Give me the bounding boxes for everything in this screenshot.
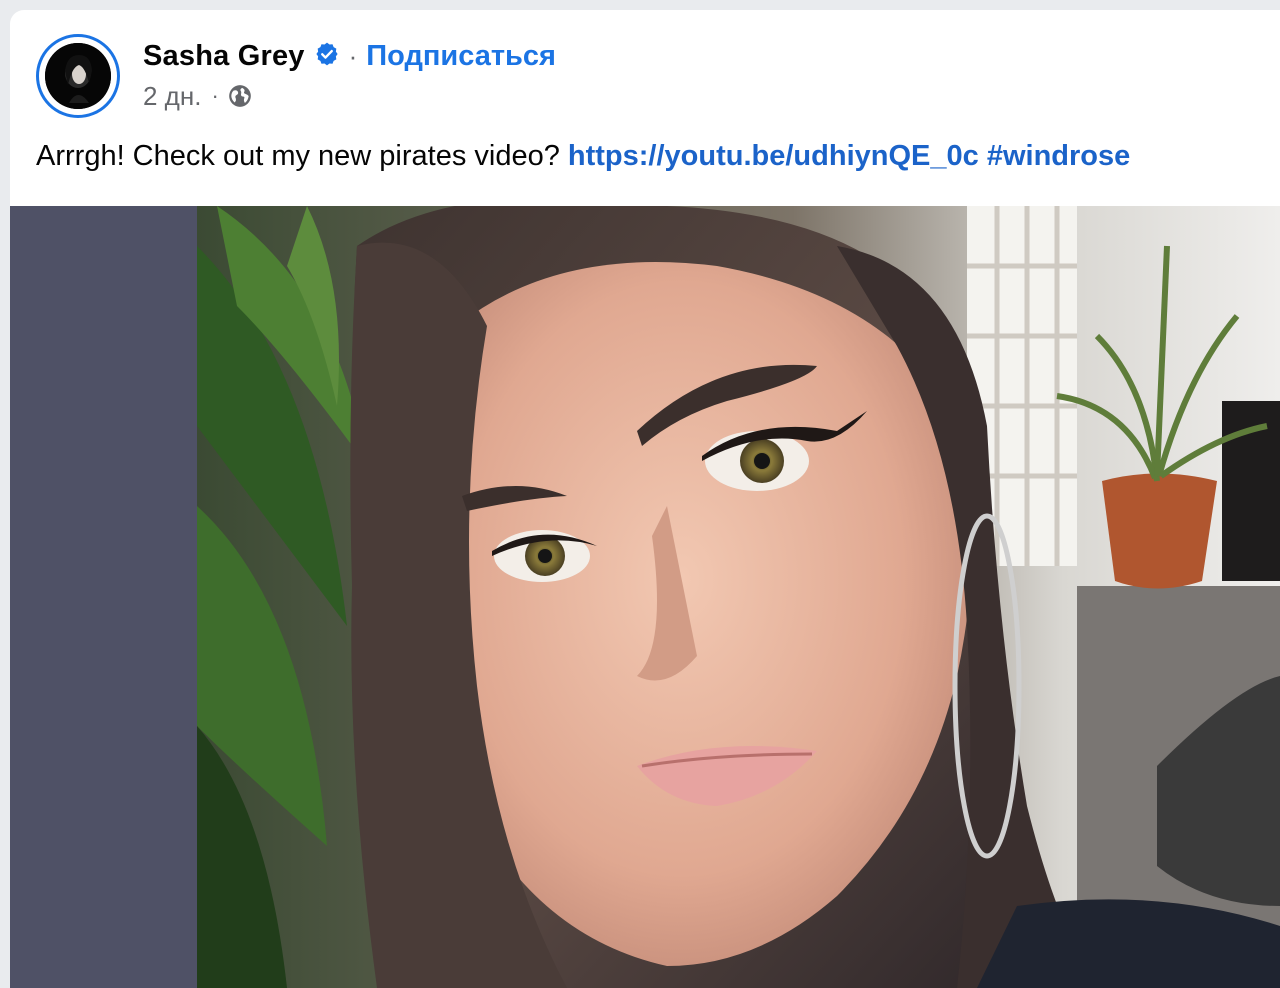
post-body-text: Arrrgh! Check out my new pirates video? [36, 140, 560, 172]
post-meta: 2 дн. · [143, 78, 253, 114]
author-name[interactable]: Sasha Grey [143, 40, 305, 73]
post-card: Sasha Grey · Подписаться 2 дн. · Arrrgh!… [10, 10, 1280, 988]
meta-separator-dot: · [211, 83, 219, 108]
avatar-photo [45, 43, 111, 109]
author-line: Sasha Grey · Подписаться [143, 36, 556, 76]
youtube-link[interactable]: https://youtu.be/udhiynQE_0c [568, 140, 979, 172]
hashtag-link[interactable]: #windrose [987, 140, 1130, 172]
author-avatar[interactable] [36, 34, 120, 118]
globe-icon[interactable] [227, 83, 253, 109]
separator-dot: · [348, 40, 358, 71]
post-timestamp[interactable]: 2 дн. [143, 81, 201, 112]
follow-button[interactable]: Подписаться [366, 40, 556, 73]
verified-badge-icon [314, 41, 340, 67]
post-header: Sasha Grey · Подписаться 2 дн. · Arrrgh!… [10, 10, 1280, 206]
post-photo[interactable] [197, 206, 1280, 988]
post-message: Arrrgh! Check out my new pirates video? … [36, 140, 1276, 173]
avatar-portrait-icon [45, 43, 111, 109]
post-media [10, 206, 1280, 988]
